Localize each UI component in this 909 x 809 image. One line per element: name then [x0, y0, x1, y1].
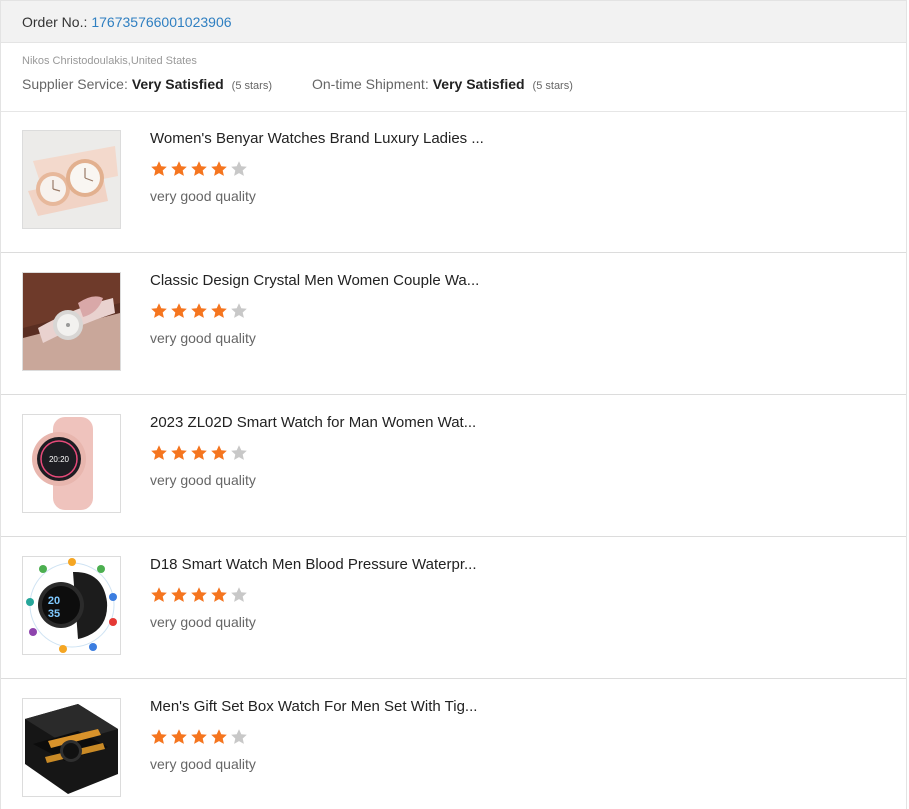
- smart-watch-digit-bottom: 35: [48, 608, 60, 620]
- star-filled-icon: [190, 586, 208, 604]
- product-title[interactable]: Men's Gift Set Box Watch For Men Set Wit…: [150, 698, 477, 715]
- review-text: very good quality: [150, 188, 256, 204]
- star-filled-icon: [210, 586, 228, 604]
- review-text: very good quality: [150, 330, 256, 346]
- star-filled-icon: [190, 302, 208, 320]
- shipment-label: On-time Shipment:: [312, 76, 429, 92]
- product-title[interactable]: 2023 ZL02D Smart Watch for Man Women Wat…: [150, 414, 476, 431]
- star-filled-icon: [170, 728, 188, 746]
- product-review-item: 20 35 D18 Smart Watch Men Blood Pressure…: [1, 537, 906, 679]
- star-filled-icon: [190, 160, 208, 178]
- star-empty-icon: [230, 160, 248, 178]
- product-star-rating: [150, 302, 250, 320]
- star-filled-icon: [190, 444, 208, 462]
- shipment-stars-note: (5 stars): [532, 80, 573, 92]
- star-empty-icon: [230, 728, 248, 746]
- product-thumbnail-rose-gold-ladies-watches[interactable]: [22, 130, 121, 229]
- product-title[interactable]: Women's Benyar Watches Brand Luxury Ladi…: [150, 130, 484, 147]
- smart-watch-time: 20:20: [49, 455, 70, 464]
- order-header: Order No.: 176735766001023906: [1, 1, 906, 43]
- product-thumbnail-crystal-bracelet-watch[interactable]: [22, 272, 121, 371]
- product-thumbnail-gift-box-watch-set[interactable]: [22, 698, 121, 797]
- order-card: Order No.: 176735766001023906 Nikos Chri…: [0, 0, 907, 809]
- review-text: very good quality: [150, 472, 256, 488]
- star-filled-icon: [170, 160, 188, 178]
- product-star-rating: [150, 444, 250, 462]
- product-star-rating: [150, 160, 250, 178]
- product-title[interactable]: Classic Design Crystal Men Women Couple …: [150, 272, 479, 289]
- shipment-rating: On-time Shipment: Very Satisfied (5 star…: [312, 76, 573, 92]
- product-title[interactable]: D18 Smart Watch Men Blood Pressure Water…: [150, 556, 477, 573]
- gift-box-watch-set-image: [23, 699, 120, 796]
- review-text: very good quality: [150, 614, 256, 630]
- star-empty-icon: [230, 302, 248, 320]
- star-filled-icon: [150, 586, 168, 604]
- shipment-value: Very Satisfied: [432, 76, 525, 92]
- smart-watch-digit-top: 20: [48, 595, 60, 607]
- product-review-item: Men's Gift Set Box Watch For Men Set Wit…: [1, 679, 906, 809]
- review-text: very good quality: [150, 756, 256, 772]
- product-review-item: Classic Design Crystal Men Women Couple …: [1, 253, 906, 395]
- product-star-rating: [150, 586, 250, 604]
- star-filled-icon: [190, 728, 208, 746]
- order-number-label: Order No.:: [22, 13, 88, 30]
- star-filled-icon: [150, 444, 168, 462]
- seller-ratings: Supplier Service: Very Satisfied (5 star…: [22, 76, 885, 92]
- product-star-rating: [150, 728, 250, 746]
- rose-gold-ladies-watches-image: [23, 131, 120, 228]
- product-review-item: Women's Benyar Watches Brand Luxury Ladi…: [1, 111, 906, 253]
- star-filled-icon: [210, 160, 228, 178]
- buyer-feedback-summary: Nikos Christodoulakis,United States Supp…: [1, 43, 906, 112]
- supplier-service-label: Supplier Service:: [22, 76, 128, 92]
- order-number-link[interactable]: 176735766001023906: [91, 14, 231, 30]
- supplier-service-stars-note: (5 stars): [231, 80, 272, 92]
- buyer-name-country: Nikos Christodoulakis,United States: [22, 55, 197, 67]
- star-filled-icon: [150, 302, 168, 320]
- star-filled-icon: [210, 728, 228, 746]
- star-filled-icon: [170, 302, 188, 320]
- star-filled-icon: [210, 444, 228, 462]
- supplier-service-rating: Supplier Service: Very Satisfied (5 star…: [22, 76, 272, 92]
- star-empty-icon: [230, 586, 248, 604]
- star-filled-icon: [170, 586, 188, 604]
- star-filled-icon: [150, 160, 168, 178]
- supplier-service-value: Very Satisfied: [131, 76, 224, 92]
- product-thumbnail-black-smart-watch[interactable]: 20 35: [22, 556, 121, 655]
- pink-smart-watch-image: 20:20: [23, 415, 120, 512]
- star-filled-icon: [170, 444, 188, 462]
- product-review-item: 20:20 2023 ZL02D Smart Watch for Man Wom…: [1, 395, 906, 537]
- black-smart-watch-image: 20 35: [23, 557, 120, 654]
- star-filled-icon: [210, 302, 228, 320]
- star-empty-icon: [230, 444, 248, 462]
- crystal-bracelet-watch-image: [23, 273, 120, 370]
- product-review-list: Women's Benyar Watches Brand Luxury Ladi…: [1, 111, 906, 809]
- product-thumbnail-pink-smart-watch[interactable]: 20:20: [22, 414, 121, 513]
- star-filled-icon: [150, 728, 168, 746]
